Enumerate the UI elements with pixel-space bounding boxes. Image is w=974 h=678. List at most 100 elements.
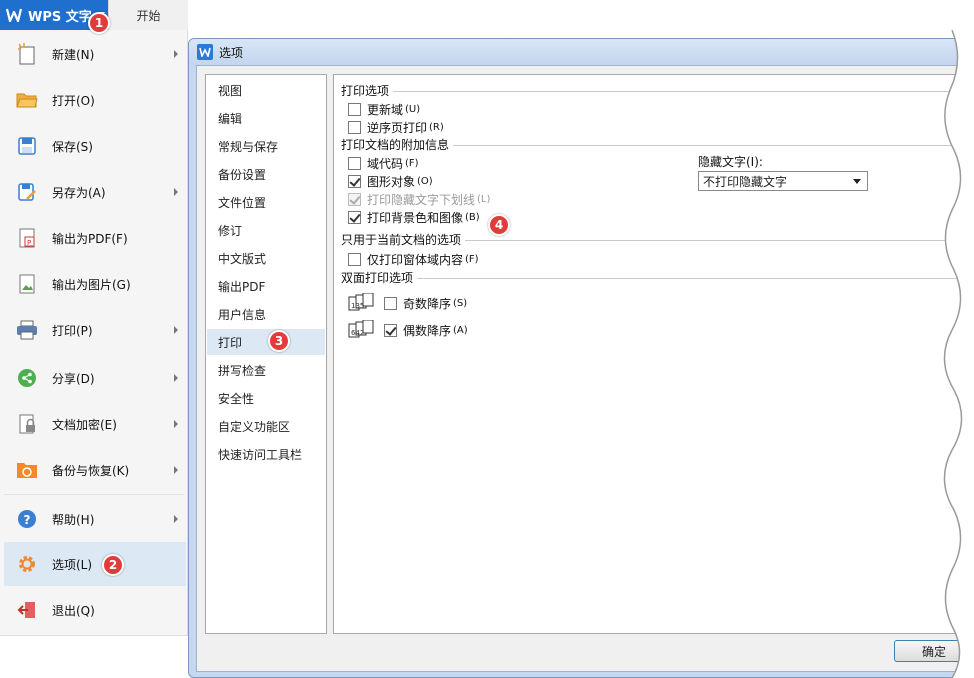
group-title-current-doc: 只用于当前文档的选项 bbox=[341, 231, 466, 248]
even-pages-icon: 642 bbox=[348, 319, 378, 338]
hidden-text-label: 隐藏文字(I): bbox=[698, 155, 763, 169]
checkbox-checked[interactable] bbox=[384, 323, 397, 337]
chevron-right-icon bbox=[174, 515, 178, 523]
svg-text:P: P bbox=[27, 239, 31, 247]
menu-item-save-as[interactable]: 另存为(A) bbox=[4, 170, 186, 214]
odd-pages-icon: 135 bbox=[348, 292, 378, 311]
save-as-icon bbox=[16, 181, 38, 203]
menu-item-label: 打开(O) bbox=[52, 93, 95, 108]
category-item[interactable]: 编辑 bbox=[207, 105, 325, 131]
category-item[interactable]: 中文版式 bbox=[207, 245, 325, 271]
menu-item-label: 备份与恢复(K) bbox=[52, 463, 130, 478]
group-title-print-options: 打印选项 bbox=[341, 82, 394, 99]
menu-item-help[interactable]: ? 帮助(H) bbox=[4, 497, 186, 541]
menu-item-label: 输出为图片(G) bbox=[52, 277, 131, 292]
category-item[interactable]: 自定义功能区 bbox=[207, 413, 325, 439]
category-item[interactable]: 文件位置 bbox=[207, 189, 325, 215]
print-settings-panel: 打印选项 更新域 (U) 逆序页打印 (R) 打印文档的附加信息 域代码 (F) bbox=[333, 74, 973, 634]
menu-item-backup[interactable]: 备份与恢复(K) bbox=[4, 448, 186, 492]
option-reverse-order[interactable]: 逆序页打印 (R) bbox=[348, 119, 444, 135]
options-dialog: 选项 视图 编辑 常规与保存 备份设置 文件位置 修订 中文版式 输出PDF 用… bbox=[188, 38, 974, 678]
step-badge-4: 4 bbox=[488, 214, 510, 236]
app-name: WPS 文字 bbox=[28, 9, 92, 25]
group-title-extra-info: 打印文档的附加信息 bbox=[341, 136, 454, 153]
checkbox[interactable] bbox=[384, 296, 397, 310]
category-item[interactable]: 输出PDF bbox=[207, 273, 325, 299]
printer-icon bbox=[16, 319, 38, 341]
pdf-icon: P bbox=[16, 227, 38, 249]
option-form-fields-only[interactable]: 仅打印窗体域内容 (F) bbox=[348, 251, 479, 267]
chevron-right-icon bbox=[174, 374, 178, 382]
shortcut-key: (R) bbox=[429, 121, 444, 133]
shortcut-key: (F) bbox=[465, 253, 479, 265]
category-item[interactable]: 快速访问工具栏 bbox=[207, 441, 325, 467]
tab-start[interactable]: 开始 bbox=[108, 0, 188, 30]
menu-item-save[interactable]: 保存(S) bbox=[4, 124, 186, 168]
dropdown-value: 不打印隐藏文字 bbox=[703, 174, 788, 189]
menu-item-label: 分享(D) bbox=[52, 371, 95, 386]
option-even-descending[interactable]: 偶数降序 (A) bbox=[384, 322, 468, 338]
option-label: 仅打印窗体域内容 bbox=[367, 252, 464, 267]
menu-item-exit[interactable]: 退出(Q) bbox=[4, 588, 186, 632]
option-label: 域代码 bbox=[367, 156, 404, 171]
menu-item-label: 退出(Q) bbox=[52, 603, 95, 618]
category-item-print[interactable]: 打印 bbox=[207, 329, 325, 355]
menu-item-share[interactable]: 分享(D) bbox=[4, 356, 186, 400]
menu-item-open[interactable]: 打开(O) bbox=[4, 78, 186, 122]
category-item[interactable]: 用户信息 bbox=[207, 301, 325, 327]
category-item[interactable]: 备份设置 bbox=[207, 161, 325, 187]
step-badge-3: 3 bbox=[268, 330, 290, 352]
menu-item-encrypt[interactable]: 文档加密(E) bbox=[4, 402, 186, 446]
chevron-right-icon bbox=[174, 326, 178, 334]
option-label: 偶数降序 bbox=[403, 323, 452, 338]
category-item[interactable]: 安全性 bbox=[207, 385, 325, 411]
menu-item-print[interactable]: 打印(P) bbox=[4, 308, 186, 352]
option-hidden-text-underline: 打印隐藏文字下划线 (L) bbox=[348, 191, 490, 207]
menu-item-options[interactable]: 选项(L) bbox=[4, 542, 186, 586]
dialog-titlebar[interactable]: 选项 bbox=[189, 39, 973, 65]
option-drawing-objects[interactable]: 图形对象 (O) bbox=[348, 173, 433, 189]
svg-text:?: ? bbox=[24, 513, 31, 527]
group-divider bbox=[392, 91, 973, 92]
category-item[interactable]: 常规与保存 bbox=[207, 133, 325, 159]
checkbox[interactable] bbox=[348, 156, 361, 170]
menu-item-new[interactable]: 新建(N) bbox=[4, 32, 186, 76]
checkbox-checked[interactable] bbox=[348, 210, 361, 224]
checkbox[interactable] bbox=[348, 102, 361, 116]
share-icon bbox=[16, 367, 38, 389]
new-doc-icon bbox=[16, 43, 38, 65]
menu-item-label: 选项(L) bbox=[52, 557, 93, 572]
category-item[interactable]: 修订 bbox=[207, 217, 325, 243]
option-field-codes[interactable]: 域代码 (F) bbox=[348, 155, 419, 171]
category-item[interactable]: 视图 bbox=[207, 77, 325, 103]
folder-open-icon bbox=[16, 89, 38, 111]
wps-writer-icon bbox=[197, 44, 213, 60]
checkbox-checked[interactable] bbox=[348, 174, 361, 188]
menu-item-export-pdf[interactable]: P 输出为PDF(F) bbox=[4, 216, 186, 260]
category-item[interactable]: 拼写检查 bbox=[207, 357, 325, 383]
file-menu: 新建(N) 打开(O) 保存(S) 另存为(A) P 输出为PDF(F) 输出为… bbox=[0, 30, 188, 636]
chevron-right-icon bbox=[174, 188, 178, 196]
checkbox[interactable] bbox=[348, 120, 361, 134]
option-update-fields[interactable]: 更新域 (U) bbox=[348, 101, 420, 117]
chevron-right-icon bbox=[174, 50, 178, 58]
group-divider bbox=[416, 278, 973, 279]
image-export-icon bbox=[16, 273, 38, 295]
shortcut-key: (A) bbox=[453, 324, 468, 336]
group-divider bbox=[452, 145, 973, 146]
checkbox[interactable] bbox=[348, 252, 361, 266]
option-odd-descending[interactable]: 奇数降序 (S) bbox=[384, 295, 467, 311]
menu-divider bbox=[4, 494, 184, 495]
menu-item-label: 打印(P) bbox=[52, 323, 93, 338]
hidden-text-dropdown[interactable]: 不打印隐藏文字 bbox=[698, 171, 868, 191]
shortcut-key: (L) bbox=[477, 193, 491, 205]
lock-doc-icon bbox=[16, 413, 38, 435]
option-background-color-images[interactable]: 打印背景色和图像 (B) bbox=[348, 209, 480, 225]
step-badge-2: 2 bbox=[102, 554, 124, 576]
option-label: 奇数降序 bbox=[403, 296, 452, 311]
shortcut-key: (U) bbox=[405, 103, 421, 115]
menu-item-export-image[interactable]: 输出为图片(G) bbox=[4, 262, 186, 306]
wps-logo-icon bbox=[6, 8, 22, 22]
menu-item-label: 新建(N) bbox=[52, 47, 95, 62]
checkbox-disabled bbox=[348, 192, 361, 206]
